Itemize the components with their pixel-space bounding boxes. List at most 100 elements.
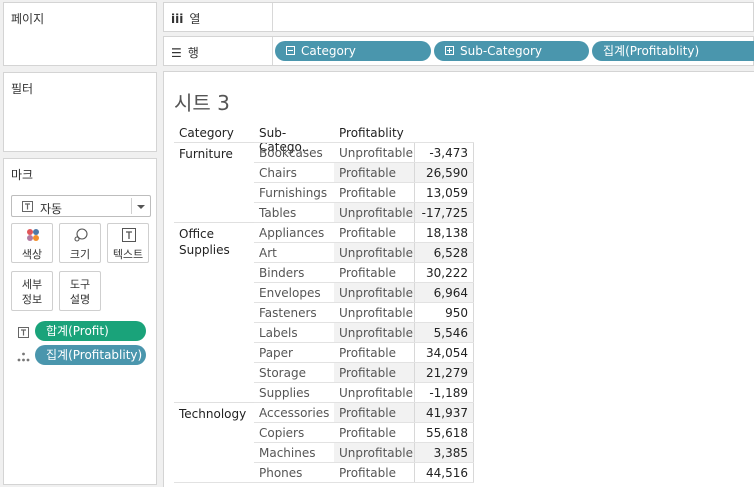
color-label: 색상: [21, 248, 43, 261]
marks-card: 마크 자동 색상 크기 텍스트 세부 정보 도구 설명 합계(Profit) 집…: [3, 158, 157, 485]
filters-card[interactable]: 필터: [3, 72, 157, 152]
rows-shelf-label: ☰ 행: [171, 44, 199, 61]
profit-value-cell: 26,590: [414, 163, 474, 183]
subcategory-cell: Storage: [259, 366, 306, 380]
profit-value-cell: 13,059: [414, 183, 474, 203]
profitability-cell: Unprofitable: [334, 203, 414, 223]
text-icon: [122, 228, 136, 242]
profit-value-cell: -1,189: [414, 383, 474, 403]
rows-shelf[interactable]: ☰ 행 Category Sub-Category 집계(Profitablity…: [163, 36, 754, 66]
profitability-cell: Profitable: [339, 186, 396, 200]
subcategory-cell: Binders: [259, 266, 305, 280]
category-label[interactable]: Technology: [179, 406, 246, 422]
size-button[interactable]: 크기: [59, 223, 101, 263]
columns-label-text: 열: [189, 12, 201, 26]
marks-title: 마크: [11, 168, 34, 182]
profit-value-cell: 18,138: [414, 223, 474, 243]
category-label[interactable]: Furniture: [179, 146, 233, 162]
detail-encoding-icon: [17, 352, 30, 362]
pages-title: 페이지: [11, 12, 45, 26]
profit-value-cell: 5,546: [414, 323, 474, 343]
collapse-icon[interactable]: [286, 46, 295, 55]
subcategory-cell: Tables: [259, 206, 297, 220]
profit-value-cell: -17,725: [414, 203, 474, 223]
profitability-header[interactable]: Profitablity: [339, 126, 404, 140]
chevron-down-icon: [137, 205, 145, 209]
profit-value-cell: 41,937: [414, 403, 474, 423]
subcategory-cell: Supplies: [259, 386, 310, 400]
subcategory-cell: Phones: [259, 466, 303, 480]
subcategory-cell: Paper: [259, 346, 293, 360]
profitability-cell: Profitable: [339, 226, 396, 240]
profit-value-cell: 6,528: [414, 243, 474, 263]
columns-shelf-label: iii 열: [171, 10, 200, 27]
category-block: Office Supplies: [174, 222, 254, 402]
profitability-cell: Profitable: [334, 403, 414, 423]
profit-value-cell: 55,618: [414, 423, 474, 443]
size-icon: [74, 228, 88, 242]
pages-card[interactable]: 페이지: [3, 2, 157, 66]
profit-value-cell: 44,516: [414, 463, 474, 483]
expand-icon[interactable]: [445, 46, 454, 55]
size-label: 크기: [69, 248, 91, 261]
profitability-cell: Profitable: [339, 346, 396, 360]
profitability-cell: Profitable: [334, 363, 414, 383]
subcategory-cell: Labels: [259, 326, 298, 340]
category-pill[interactable]: Category: [275, 41, 431, 61]
text-button[interactable]: 텍스트: [107, 223, 149, 263]
dropdown-separator: [131, 198, 132, 214]
subcategory-cell: Fasteners: [259, 306, 317, 320]
profitability-detail-pill[interactable]: 집계(Profitablity): [35, 345, 146, 365]
text-label: 텍스트: [112, 248, 144, 261]
profitability-cell: Unprofitable: [334, 283, 414, 303]
category-block: Technology: [174, 402, 254, 482]
subcategory-pill[interactable]: Sub-Category: [434, 41, 589, 61]
shelf-divider: [272, 37, 273, 65]
category-block: Furniture: [174, 142, 254, 222]
subcategory-cell: Machines: [259, 446, 316, 460]
profit-value-cell: 3,385: [414, 443, 474, 463]
profit-value-cell: 34,054: [414, 343, 474, 363]
detail-button[interactable]: 세부 정보: [11, 271, 53, 311]
shelf-divider: [272, 3, 273, 31]
tooltip-label: 도구 설명: [69, 278, 91, 306]
text-encoding-icon: [18, 327, 29, 338]
profitability-cell: Unprofitable: [334, 243, 414, 263]
subcategory-cell: Bookcases: [259, 146, 323, 160]
profitability-row-pill[interactable]: 집계(Profitablity): [592, 41, 754, 61]
profit-value-cell: 30,222: [414, 263, 474, 283]
subcategory-cell: Furnishings: [259, 186, 328, 200]
profitability-cell: Profitable: [334, 163, 414, 183]
filters-title: 필터: [11, 82, 34, 96]
rows-icon: ☰: [171, 46, 182, 60]
worksheet: 시트 3 Category Sub-Catego.. Profitablity …: [163, 71, 754, 487]
columns-shelf[interactable]: iii 열: [163, 2, 754, 32]
category-pill-label: Category: [301, 44, 356, 58]
detail-label: 세부 정보: [21, 278, 43, 306]
profitability-cell: Unprofitable: [339, 386, 413, 400]
profit-pill-label: 합계(Profit): [46, 324, 109, 338]
profitability-cell: Unprofitable: [334, 323, 414, 343]
tooltip-button[interactable]: 도구 설명: [59, 271, 101, 311]
category-header[interactable]: Category: [179, 126, 234, 140]
mark-type-dropdown[interactable]: 자동: [11, 195, 151, 217]
profitability-cell: Unprofitable: [339, 146, 413, 160]
category-label[interactable]: Office Supplies: [179, 226, 249, 258]
profitability-cell: Profitable: [339, 266, 396, 280]
subcategory-cell: Appliances: [259, 226, 325, 240]
profitability-row-pill-label: 집계(Profitablity): [603, 44, 700, 58]
rows-label-text: 행: [187, 46, 199, 60]
sheet-title[interactable]: 시트 3: [174, 87, 230, 116]
mark-type-label: 자동: [40, 202, 63, 216]
profit-text-pill[interactable]: 합계(Profit): [35, 321, 146, 341]
tableau-workspace: 페이지 필터 마크 자동 색상 크기 텍스트 세부 정보 도구 설명 합계(Pr…: [0, 0, 754, 487]
subcategory-cell: Chairs: [259, 166, 297, 180]
color-button[interactable]: 색상: [11, 223, 53, 263]
profitability-cell: Profitable: [339, 426, 396, 440]
profitability-cell: Unprofitable: [334, 443, 414, 463]
text-mark-icon: [22, 201, 33, 212]
subcategory-cell: Envelopes: [259, 286, 321, 300]
subcategory-cell: Accessories: [259, 406, 330, 420]
subcategory-pill-label: Sub-Category: [460, 44, 542, 58]
profitability-cell: Unprofitable: [339, 306, 413, 320]
